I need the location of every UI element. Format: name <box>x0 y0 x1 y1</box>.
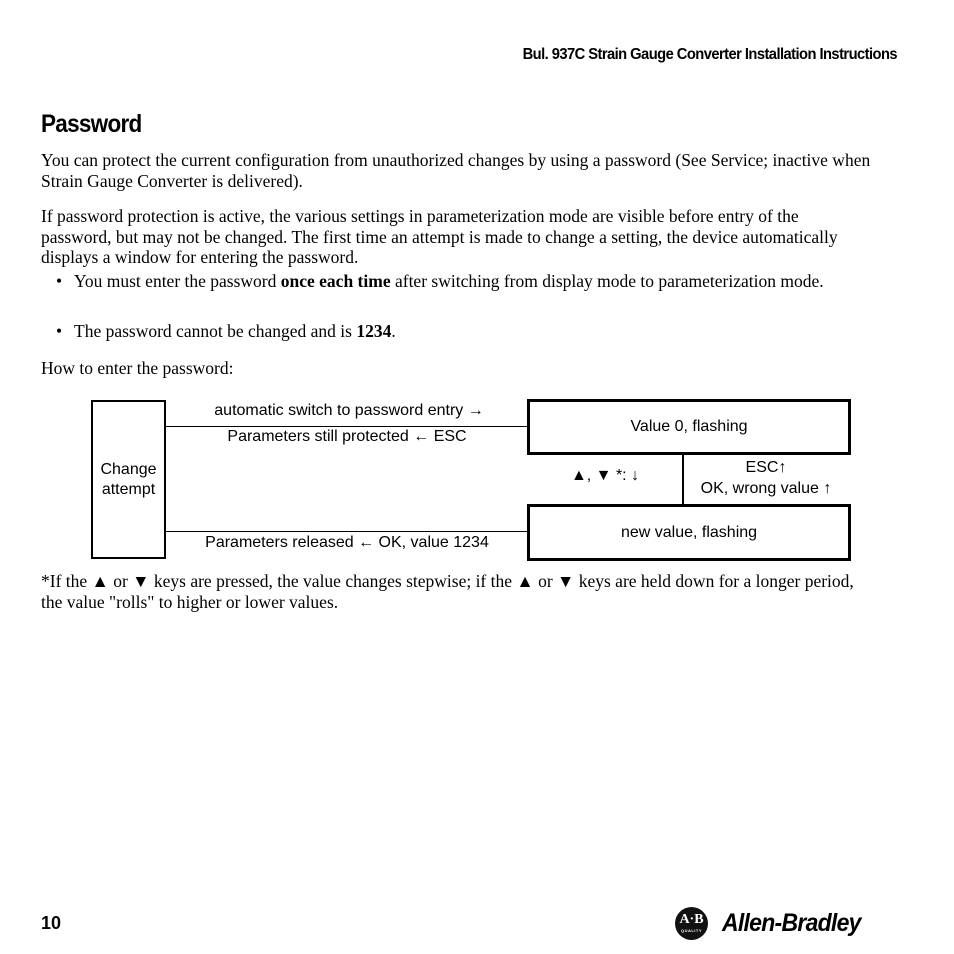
change-attempt-box: Change attempt <box>91 400 166 559</box>
esc-wrong-value-label: ESC↑ OK, wrong value ↑ <box>686 457 846 499</box>
change-attempt-label-line2: attempt <box>101 480 156 498</box>
logo-letters: A·B <box>679 912 704 927</box>
bullet-item: • The password cannot be changed and is 1… <box>56 319 866 343</box>
bullet-text: after switching from display mode to par… <box>390 271 824 291</box>
esc-label: ESC↑ <box>745 459 787 476</box>
new-value-state-box: new value, flashing <box>527 504 851 561</box>
bullet-icon: • <box>56 271 63 291</box>
bullet-text: You must enter the password <box>74 271 281 291</box>
new-value-label: new value, flashing <box>620 523 758 541</box>
auto-switch-label: automatic switch to password entry → <box>214 402 484 419</box>
value-zero-state-box: Value 0, flashing <box>527 399 851 455</box>
connector-line-top <box>164 426 528 427</box>
released-label: Parameters released ← OK, value 1234 <box>205 534 489 551</box>
bullet-emphasis: once each time <box>280 271 391 291</box>
section-title: Password <box>41 110 142 138</box>
how-to-label: How to enter the password: <box>41 358 234 378</box>
intro-paragraph: You can protect the current configuratio… <box>41 150 871 191</box>
brand-name: Allen-Bradley <box>722 908 861 937</box>
divider-line <box>682 455 684 504</box>
bullet-text: . <box>391 321 396 341</box>
page-number: 10 <box>41 913 62 933</box>
bullet-item: • You must enter the password once each t… <box>56 269 866 293</box>
bullet-emphasis: 1234 <box>356 321 392 341</box>
still-protected-label: Parameters still protected ← ESC <box>227 428 467 445</box>
logo-subtext: QUALITY <box>680 928 703 933</box>
change-attempt-label-line1: Change <box>100 460 157 478</box>
document-header-title: Bul. 937C Strain Gauge Converter Install… <box>522 46 897 63</box>
value-zero-label: Value 0, flashing <box>630 418 748 435</box>
allen-bradley-emblem-icon: A·B QUALITY <box>675 906 708 940</box>
wrong-value-label: OK, wrong value ↑ <box>700 480 832 497</box>
up-down-keys-label: ▲, ▼ *: ↓ <box>570 467 640 484</box>
bullet-text: The password cannot be changed and is <box>74 321 357 341</box>
protection-paragraph: If password protection is active, the va… <box>41 206 838 267</box>
footnote: *If the ▲ or ▼ keys are pressed, the val… <box>41 571 854 612</box>
connector-line-bottom <box>164 531 528 532</box>
brand-logo: A·B QUALITY Allen-Bradley <box>675 903 873 943</box>
bullet-icon: • <box>56 321 63 341</box>
